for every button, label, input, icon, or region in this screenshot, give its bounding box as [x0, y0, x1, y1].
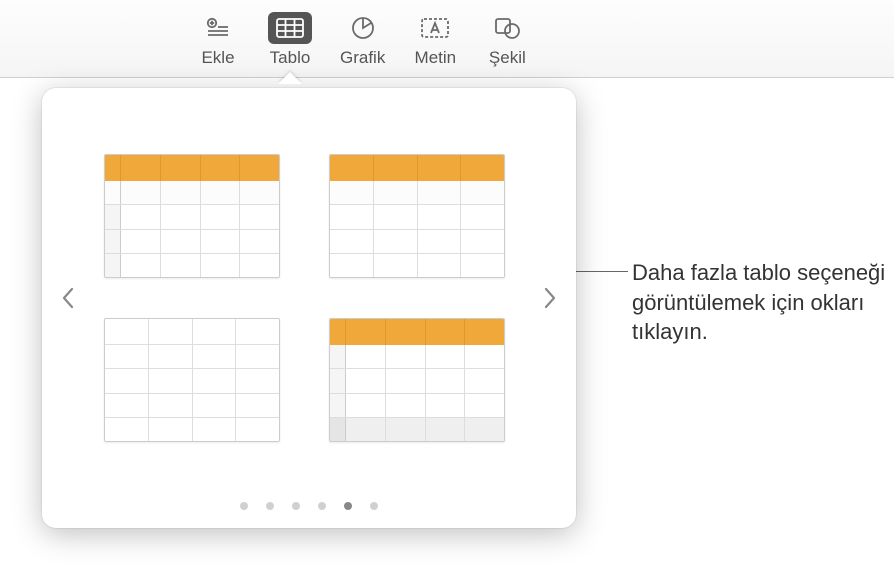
toolbar-shape-button[interactable]: Şekil [485, 12, 529, 77]
popover-content [42, 88, 576, 488]
next-arrow-button[interactable] [532, 286, 568, 310]
toolbar-insert-button[interactable]: Ekle [196, 12, 240, 77]
toolbar-item-label: Şekil [489, 48, 526, 68]
toolbar-table-button[interactable]: Tablo [268, 12, 312, 77]
toolbar-text-button[interactable]: Metin [413, 12, 457, 77]
table-style-option[interactable] [104, 154, 280, 278]
toolbar-item-label: Metin [415, 48, 457, 68]
table-style-option[interactable] [104, 318, 280, 442]
chevron-right-icon [543, 286, 557, 310]
page-dot[interactable] [292, 502, 300, 510]
table-style-grid [86, 134, 532, 462]
table-icon [268, 12, 312, 44]
table-styles-popover [42, 88, 576, 528]
chart-icon [341, 12, 385, 44]
toolbar-item-label: Grafik [340, 48, 385, 68]
page-dot[interactable] [318, 502, 326, 510]
prev-arrow-button[interactable] [50, 286, 86, 310]
page-dots [42, 488, 576, 528]
text-icon [413, 12, 457, 44]
table-style-option[interactable] [329, 318, 505, 442]
callout-text: Daha fazla tablo seçeneği görüntülemek i… [632, 258, 894, 347]
page-dot[interactable] [344, 502, 352, 510]
page-dot[interactable] [266, 502, 274, 510]
toolbar-item-label: Ekle [201, 48, 234, 68]
toolbar-chart-button[interactable]: Grafik [340, 12, 385, 77]
table-style-option[interactable] [329, 154, 505, 278]
shape-icon [485, 12, 529, 44]
page-dot[interactable] [240, 502, 248, 510]
chevron-left-icon [61, 286, 75, 310]
toolbar-item-label: Tablo [270, 48, 311, 68]
toolbar: Ekle Tablo Grafik [0, 0, 894, 78]
page-dot[interactable] [370, 502, 378, 510]
insert-icon [196, 12, 240, 44]
